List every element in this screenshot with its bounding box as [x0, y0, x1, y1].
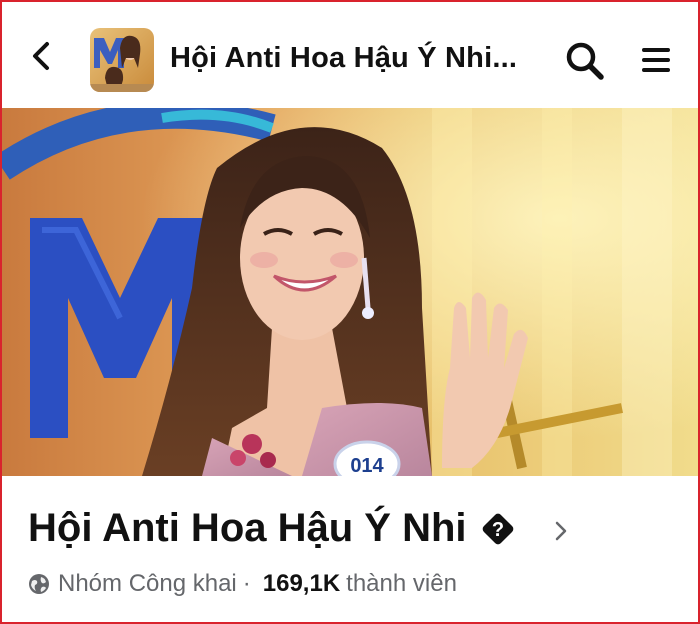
members-label[interactable]: thành viên: [346, 570, 457, 598]
header-title: Hội Anti Hoa Hậu Ý Nhi...: [170, 42, 518, 74]
hamburger-menu-icon[interactable]: [638, 42, 674, 78]
group-name-text: Hội Anti Hoa Hậu Ý Nhi: [28, 506, 467, 550]
cover-photo[interactable]: 014: [2, 108, 698, 476]
back-chevron-icon[interactable]: [24, 38, 60, 74]
avatar-image: [90, 28, 154, 92]
chevron-right-icon[interactable]: [552, 520, 570, 542]
cover-image: 014: [2, 108, 698, 476]
contestant-number: 014: [350, 455, 384, 476]
meta-separator: ·: [242, 570, 251, 597]
question-diamond-icon[interactable]: ?: [479, 510, 517, 548]
privacy-label: Nhóm Công khai: [58, 570, 237, 597]
svg-text:?: ?: [491, 519, 503, 541]
globe-icon: [29, 574, 49, 594]
group-info: Hội Anti Hoa Hậu Ý Nhi ? Nhóm Công khai …: [2, 476, 698, 622]
top-bar: Hội Anti Hoa Hậu Ý Nhi...: [2, 2, 698, 108]
search-icon[interactable]: [564, 40, 606, 82]
group-name[interactable]: Hội Anti Hoa Hậu Ý Nhi ?: [28, 506, 517, 551]
group-meta: Nhóm Công khai · 169,1K thành viên: [28, 570, 457, 598]
members-count[interactable]: 169,1K: [263, 570, 340, 598]
group-avatar[interactable]: [90, 28, 154, 92]
app-frame: Hội Anti Hoa Hậu Ý Nhi... 014 Hội Anti H…: [0, 0, 700, 624]
